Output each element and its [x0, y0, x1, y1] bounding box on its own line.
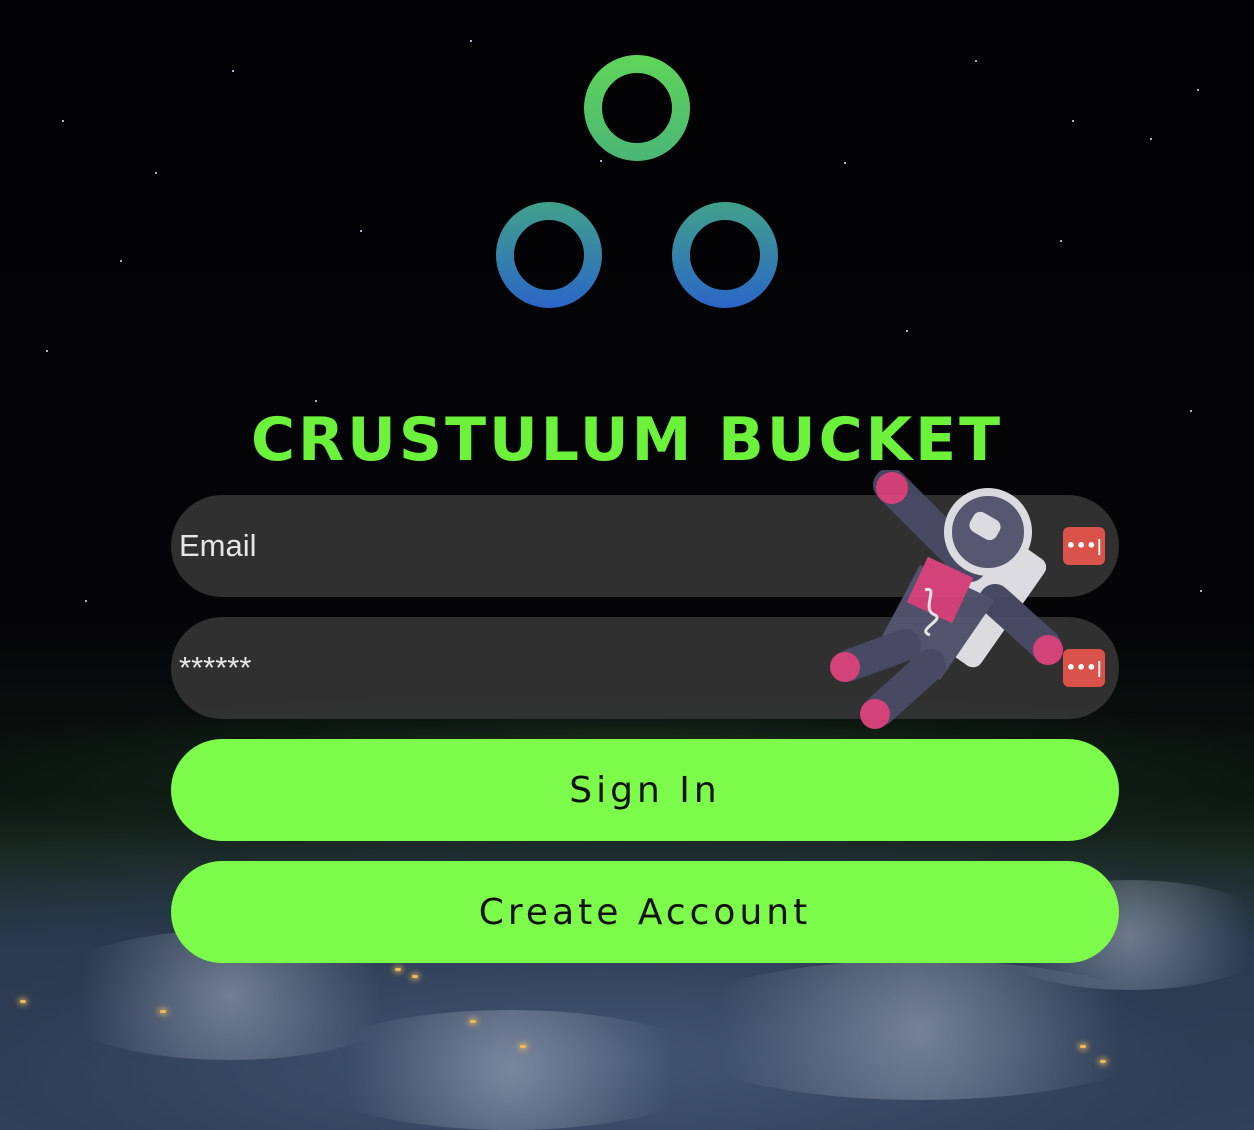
- star: [46, 350, 48, 352]
- cloud-3: [300, 1010, 720, 1130]
- star: [906, 330, 908, 332]
- login-screen: CRUSTULUM BUCKET •••| •••| Sign In Creat…: [0, 0, 1254, 1130]
- city-light: [520, 1045, 526, 1048]
- city-light: [470, 1020, 476, 1023]
- city-light: [1100, 1060, 1106, 1063]
- logo-ring-right: [672, 202, 778, 308]
- logo-ring-top: [584, 55, 690, 161]
- city-light: [412, 975, 418, 978]
- city-light: [1080, 1045, 1086, 1048]
- star: [85, 600, 87, 602]
- sign-in-button[interactable]: Sign In: [171, 739, 1119, 841]
- astronaut-icon: [830, 470, 1063, 729]
- logo-ring-left: [496, 202, 602, 308]
- app-title: CRUSTULUM BUCKET: [250, 405, 1004, 475]
- city-light: [20, 1000, 26, 1003]
- create-account-button[interactable]: Create Account: [171, 861, 1119, 963]
- three-rings-logo-icon: [496, 55, 778, 308]
- star: [1200, 590, 1202, 592]
- city-light: [395, 968, 401, 971]
- city-light: [160, 1010, 166, 1013]
